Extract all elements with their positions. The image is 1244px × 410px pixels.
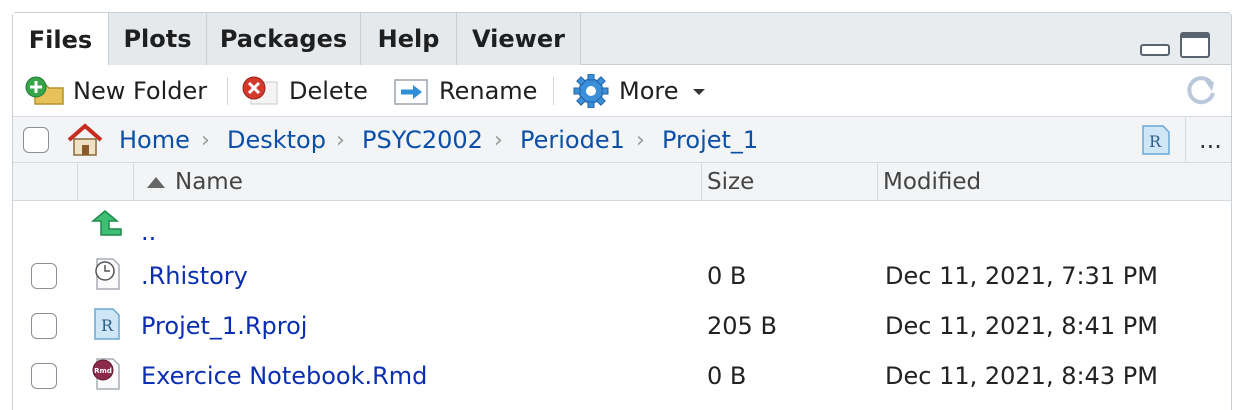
toolbar-divider [227,77,228,105]
breadcrumb-home[interactable]: Home [119,117,190,163]
breadcrumb-separator: › [336,127,345,153]
refresh-icon[interactable] [1183,73,1219,109]
modified-column-header[interactable]: Modified [883,163,981,201]
tab-viewer[interactable]: Viewer [457,13,581,65]
sort-ascending-icon [147,177,165,188]
rename-button[interactable]: Rename [391,65,537,117]
new-folder-label: New Folder [73,77,208,105]
rename-icon [394,79,428,105]
column-divider [877,163,878,201]
new-folder-button[interactable]: New Folder [25,65,207,117]
new-folder-icon [25,76,64,105]
more-label: More [619,77,679,105]
tab-plots[interactable]: Plots [109,13,207,65]
svg-text:R: R [101,316,114,335]
toolbar-divider [553,77,554,105]
files-toolbar: New Folder Delete Rename More [13,65,1231,117]
file-modified: Dec 11, 2021, 8:41 PM [885,312,1158,340]
rproj-file-icon: R [94,308,120,340]
more-button[interactable]: More [571,65,719,117]
delete-label: Delete [289,77,368,105]
parent-directory-link[interactable]: .. [141,207,156,257]
file-size: 0 B [707,362,747,390]
tab-files[interactable]: Files [13,13,109,66]
rename-label: Rename [439,77,538,105]
breadcrumb-more-button[interactable]: ... [1199,117,1222,163]
file-modified: Dec 11, 2021, 8:43 PM [885,362,1158,390]
history-file-icon [95,258,120,290]
chevron-down-icon [692,89,705,95]
row-checkbox[interactable] [31,313,57,339]
breadcrumb-desktop[interactable]: Desktop [227,117,326,163]
column-divider [133,163,134,201]
breadcrumb-projet-1[interactable]: Projet_1 [662,117,758,163]
breadcrumb-separator: › [636,127,645,153]
table-row: R Projet_1.Rproj 205 B Dec 11, 2021, 8:4… [13,301,1231,351]
file-size: 205 B [707,312,777,340]
file-list-header: Name Size Modified [13,163,1231,201]
tab-bar: Files Plots Packages Help Viewer [13,13,1231,66]
file-name-link[interactable]: Projet_1.Rproj [141,301,307,351]
delete-icon [242,76,278,105]
column-divider [701,163,702,201]
project-icon[interactable]: R [1137,122,1173,158]
size-column-header[interactable]: Size [707,163,754,201]
file-name-link[interactable]: .Rhistory [141,251,248,301]
row-checkbox[interactable] [31,263,57,289]
parent-directory-row[interactable]: .. [13,203,1231,253]
home-icon[interactable] [65,122,105,158]
breadcrumb-periode1[interactable]: Periode1 [520,117,625,163]
breadcrumb-divider [1185,117,1186,163]
tab-help[interactable]: Help [361,13,457,65]
breadcrumb: Home › Desktop › PSYC2002 › Periode1 › P… [13,117,1231,163]
table-row: .Rhistory 0 B Dec 11, 2021, 7:31 PM [13,251,1231,301]
select-all-checkbox[interactable] [23,127,49,153]
maximize-icon[interactable] [1179,31,1211,59]
name-column-header[interactable]: Name [145,163,243,201]
file-size: 0 B [707,262,747,290]
minimize-icon[interactable] [1139,31,1171,59]
name-column-label: Name [175,169,243,195]
breadcrumb-psyc2002[interactable]: PSYC2002 [362,117,483,163]
tab-packages[interactable]: Packages [207,13,361,65]
gear-icon [573,74,609,108]
rmd-file-icon: Rmd [92,358,120,390]
svg-text:Rmd: Rmd [94,367,112,375]
file-modified: Dec 11, 2021, 7:31 PM [885,262,1158,290]
file-name-link[interactable]: Exercice Notebook.Rmd [141,351,427,401]
delete-button[interactable]: Delete [241,65,368,117]
breadcrumb-separator: › [494,127,503,153]
breadcrumb-separator: › [201,127,210,153]
files-pane: Files Plots Packages Help Viewer New Fol… [12,12,1232,410]
column-divider [77,163,78,201]
table-row: Rmd Exercice Notebook.Rmd 0 B Dec 11, 20… [13,351,1231,401]
row-checkbox[interactable] [31,363,57,389]
up-arrow-icon [90,210,122,236]
svg-text:R: R [1149,132,1162,151]
